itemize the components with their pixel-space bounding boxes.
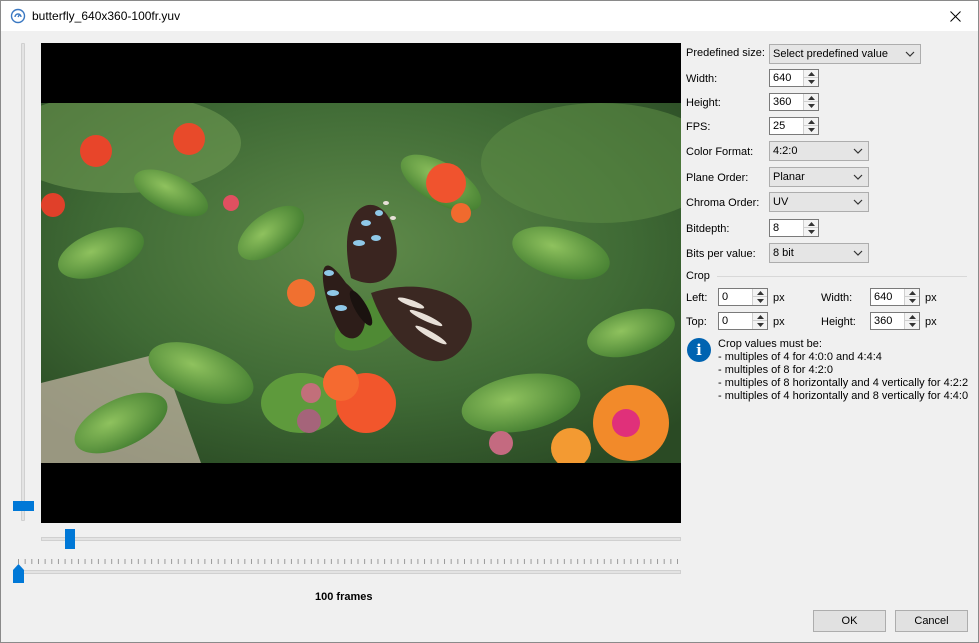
chevron-down-icon (853, 199, 863, 205)
predefined-size-select[interactable]: Select predefined value (769, 44, 921, 64)
spin-up-icon[interactable] (905, 313, 919, 321)
pan-slider-thumb[interactable] (65, 529, 75, 549)
crop-left-spinbox[interactable]: 0 (718, 288, 768, 306)
crop-info-line: Crop values must be: (718, 338, 822, 350)
spin-up-icon[interactable] (804, 70, 818, 78)
video-preview (41, 43, 681, 523)
frames-count-label: 100 frames (315, 591, 373, 603)
spin-down-icon[interactable] (753, 297, 767, 305)
plane-order-value: Planar (773, 171, 805, 183)
height-value: 360 (773, 96, 792, 108)
bits-per-value-label: Bits per value: (686, 248, 756, 260)
crop-info-line: - multiples of 8 for 4:2:0 (718, 364, 833, 376)
spin-up-icon[interactable] (804, 94, 818, 102)
crop-top-label: Top: (686, 316, 707, 328)
crop-left-value: 0 (722, 291, 729, 303)
crop-height-unit: px (925, 316, 937, 328)
crop-height-label: Height: (821, 316, 856, 328)
chevron-down-icon (853, 250, 863, 256)
app-player-icon (10, 8, 26, 24)
close-button[interactable] (932, 1, 978, 31)
spin-up-icon[interactable] (905, 289, 919, 297)
spin-up-icon[interactable] (804, 118, 818, 126)
frame-slider-thumb[interactable] (13, 564, 24, 583)
window-title: butterfly_640x360-100fr.yuv (32, 9, 181, 23)
pan-slider-track[interactable] (41, 537, 681, 541)
zoom-slider-thumb[interactable] (13, 501, 34, 511)
dialog-window: butterfly_640x360-100fr.yuv 100 frames P… (0, 0, 979, 643)
chroma-order-select[interactable]: UV (769, 192, 869, 212)
crop-top-spinbox[interactable]: 0 (718, 312, 768, 330)
plane-order-label: Plane Order: (686, 172, 749, 184)
width-label: Width: (686, 73, 718, 85)
plane-order-select[interactable]: Planar (769, 167, 869, 187)
video-frame-image (41, 103, 681, 463)
spin-down-icon[interactable] (905, 297, 919, 305)
predefined-size-value: Select predefined value (773, 48, 888, 60)
crop-info-line: - multiples of 4 horizontally and 8 vert… (718, 390, 969, 402)
crop-width-value: 640 (874, 291, 893, 303)
spin-down-icon[interactable] (753, 321, 767, 329)
spin-up-icon[interactable] (753, 313, 767, 321)
crop-top-unit: px (773, 316, 785, 328)
spin-down-icon[interactable] (804, 102, 818, 110)
crop-info-line: - multiples of 4 for 4:0:0 and 4:4:4 (718, 351, 882, 363)
bits-per-value-select[interactable]: 8 bit (769, 243, 869, 263)
color-format-label: Color Format: (686, 146, 754, 158)
bitdepth-spinbox[interactable]: 8 (769, 219, 819, 237)
bitdepth-label: Bitdepth: (686, 223, 730, 235)
frame-slider-track[interactable] (13, 570, 681, 574)
fps-label: FPS: (686, 121, 711, 133)
chevron-down-icon (853, 174, 863, 180)
spin-up-icon[interactable] (753, 289, 767, 297)
bits-per-value-value: 8 bit (773, 247, 794, 259)
crop-group-divider (717, 276, 967, 277)
crop-width-unit: px (925, 292, 937, 304)
crop-top-value: 0 (722, 315, 729, 327)
crop-width-label: Width: (821, 292, 853, 304)
spin-down-icon[interactable] (804, 126, 818, 134)
frame-ticks (18, 559, 678, 564)
spin-down-icon[interactable] (804, 228, 818, 236)
fps-value: 25 (773, 120, 786, 132)
crop-left-unit: px (773, 292, 785, 304)
ok-button[interactable]: OK (813, 610, 886, 632)
crop-height-value: 360 (874, 315, 893, 327)
crop-height-spinbox[interactable]: 360 (870, 312, 920, 330)
chevron-down-icon (853, 148, 863, 154)
width-value: 640 (773, 72, 792, 84)
color-format-value: 4:2:0 (773, 145, 798, 157)
chroma-order-label: Chroma Order: (686, 197, 760, 209)
zoom-slider-track[interactable] (21, 43, 25, 521)
predefined-size-label: Predefined size: (686, 47, 765, 59)
height-label: Height: (686, 97, 721, 109)
color-format-select[interactable]: 4:2:0 (769, 141, 869, 161)
crop-group-label: Crop (686, 270, 710, 282)
crop-width-spinbox[interactable]: 640 (870, 288, 920, 306)
bitdepth-value: 8 (773, 222, 780, 234)
crop-left-label: Left: (686, 292, 708, 304)
spin-down-icon[interactable] (905, 321, 919, 329)
info-icon: i (687, 338, 711, 362)
spin-down-icon[interactable] (804, 78, 818, 86)
fps-spinbox[interactable]: 25 (769, 117, 819, 135)
title-bar: butterfly_640x360-100fr.yuv (1, 1, 978, 31)
width-spinbox[interactable]: 640 (769, 69, 819, 87)
cancel-button[interactable]: Cancel (895, 610, 968, 632)
crop-info-line: - multiples of 8 horizontally and 4 vert… (718, 377, 969, 389)
spin-up-icon[interactable] (804, 220, 818, 228)
chroma-order-value: UV (773, 196, 789, 208)
close-icon (949, 10, 961, 22)
chevron-down-icon (905, 51, 915, 57)
height-spinbox[interactable]: 360 (769, 93, 819, 111)
